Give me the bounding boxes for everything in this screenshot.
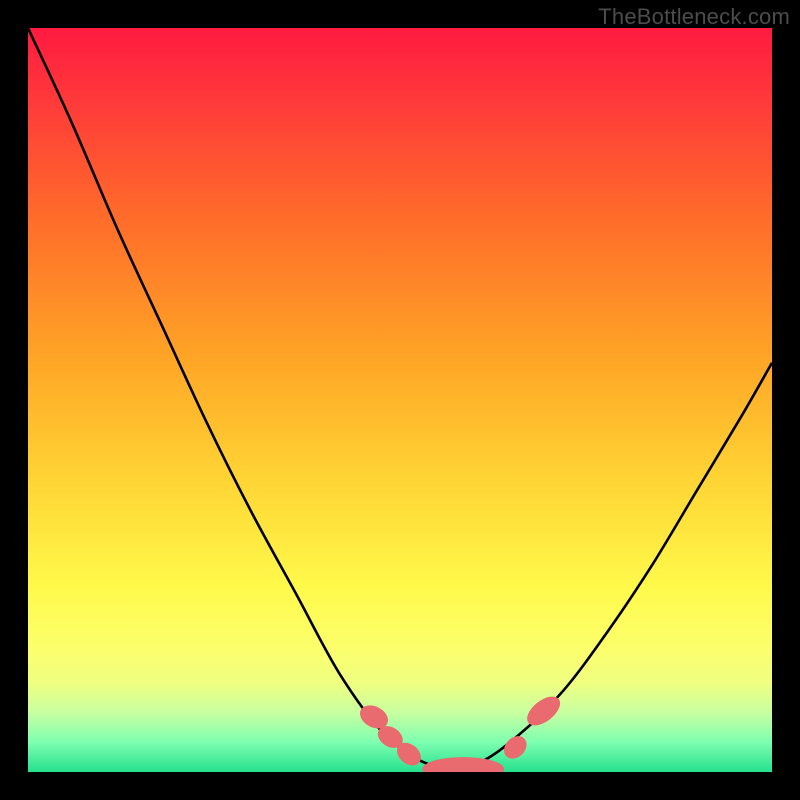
plot-area — [28, 28, 772, 772]
chart-svg — [28, 28, 772, 772]
chart-frame: TheBottleneck.com — [0, 0, 800, 800]
attribution-text: TheBottleneck.com — [598, 4, 790, 30]
bottleneck-curve — [28, 28, 772, 768]
curve-marker — [422, 757, 504, 772]
curve-markers — [356, 691, 565, 772]
